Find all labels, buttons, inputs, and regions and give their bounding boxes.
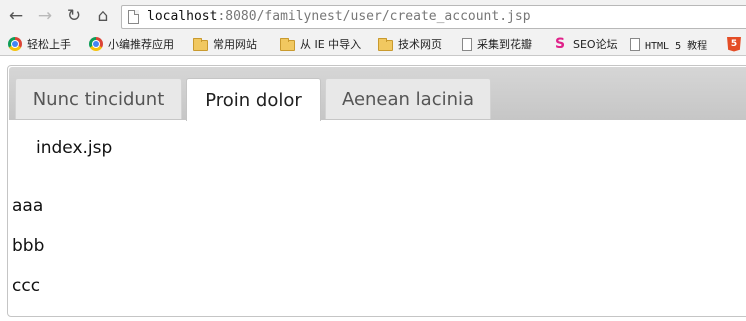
chrome-icon <box>8 37 22 51</box>
tab-aenean-lacinia[interactable]: Aenean lacinia <box>325 78 491 119</box>
bookmark-item[interactable]: HTML 5 教程 <box>630 36 707 52</box>
text-line: bbb <box>12 236 45 256</box>
reload-icon[interactable]: ↻ <box>64 6 84 26</box>
bookmark-item[interactable]: 轻松上手 <box>8 36 71 52</box>
bookmark-folder[interactable]: 技术网页 <box>378 36 442 52</box>
url-text: localhost:8080/familynest/user/create_ac… <box>147 9 531 24</box>
home-icon[interactable]: ⌂ <box>93 6 113 26</box>
page-icon <box>128 10 139 24</box>
browser-toolbar: ← → ↻ ⌂ localhost:8080/familynest/user/c… <box>0 0 746 33</box>
page-icon <box>630 37 640 51</box>
bookmark-item[interactable]: S SEO论坛 <box>552 36 618 52</box>
page-icon <box>462 37 472 51</box>
seo-icon: S <box>554 36 566 52</box>
chrome-icon <box>89 37 103 51</box>
bookmark-item[interactable]: 小编推荐应用 <box>89 36 174 52</box>
text-line: aaa <box>12 196 44 216</box>
folder-icon <box>378 37 393 51</box>
bookmark-folder[interactable]: 常用网站 <box>193 36 257 52</box>
tab-panel-text: index.jsp <box>36 138 113 158</box>
bookmark-item[interactable]: 5 <box>727 36 746 52</box>
address-bar[interactable]: localhost:8080/familynest/user/create_ac… <box>121 5 746 29</box>
folder-icon <box>280 37 295 51</box>
html5-icon: 5 <box>727 36 741 52</box>
bookmark-item[interactable]: 采集到花瓣 <box>462 36 532 52</box>
tab-nunc-tincidunt[interactable]: Nunc tincidunt <box>15 78 182 119</box>
bookmarks-bar: 轻松上手 小编推荐应用 常用网站 从 IE 中导入 技术网页 采集到花瓣 S S… <box>0 33 746 56</box>
back-arrow-icon[interactable]: ← <box>6 6 26 26</box>
bookmark-folder[interactable]: 从 IE 中导入 <box>280 36 361 52</box>
text-line: ccc <box>12 276 41 296</box>
folder-icon <box>193 37 208 51</box>
forward-arrow-icon[interactable]: → <box>35 6 55 26</box>
tabs-widget: Nunc tincidunt Proin dolor Aenean lacini… <box>7 65 746 317</box>
tab-bar: Nunc tincidunt Proin dolor Aenean lacini… <box>9 67 746 121</box>
tab-proin-dolor[interactable]: Proin dolor <box>186 78 321 121</box>
